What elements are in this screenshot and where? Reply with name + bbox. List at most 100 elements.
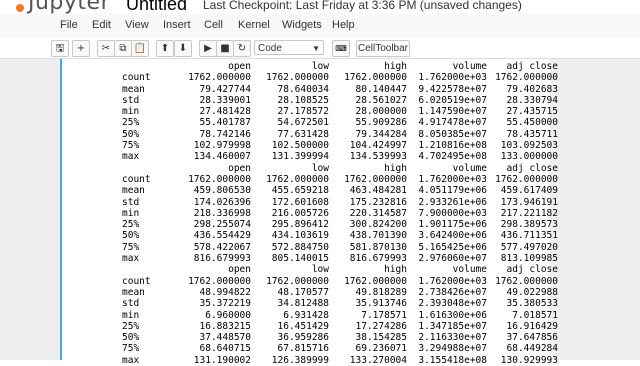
save-button[interactable]: 🖫 <box>51 40 69 57</box>
restart-button[interactable]: ↻ <box>233 40 251 57</box>
table-cell: 27.435715 <box>506 106 558 118</box>
table-cell: 4.051179e+06 <box>418 185 487 197</box>
table-cell: 134.460007 <box>193 151 251 163</box>
table-cell: 28.330794 <box>506 94 558 106</box>
table-row: min 27.481428 27.178572 28.000000 1.147590e+… <box>68 106 558 117</box>
table-cell: 175.232816 <box>349 196 407 208</box>
table-cell: 7.018571 <box>512 309 558 321</box>
table-cell: 1762.000000 <box>188 275 251 287</box>
keyboard-button[interactable]: ⌨ <box>332 40 350 57</box>
table-cell: 131.190002 <box>193 354 251 366</box>
menu-file[interactable]: File <box>60 19 78 31</box>
run-button[interactable]: ▶ <box>199 40 217 57</box>
table-row: 50% 436.554429 434.103619 438.701390 3.64240… <box>68 230 558 241</box>
stop-button[interactable]: ■ <box>216 40 234 57</box>
table-cell: 300.824200 <box>349 219 407 231</box>
menu-help[interactable]: Help <box>332 19 355 31</box>
table-cell: 581.870130 <box>349 241 407 253</box>
menu-widgets[interactable]: Widgets <box>282 19 322 31</box>
add-cell-button[interactable]: + <box>72 40 90 57</box>
menu-edit[interactable]: Edit <box>92 19 111 31</box>
table-cell: 438.701390 <box>349 230 407 242</box>
table-cell: 6.931428 <box>283 309 329 321</box>
table-cell: 28.108525 <box>277 94 329 106</box>
run-icon: ▶ <box>204 43 212 54</box>
table-row: mean 459.806530 455.659218 463.484281 4.0511… <box>68 185 558 196</box>
table-row: 25% 55.401787 54.672501 55.909286 4.917478e+… <box>68 117 558 128</box>
move-up-button[interactable]: ⬆ <box>156 40 174 57</box>
table-cell: 436.554429 <box>193 230 251 242</box>
move-down-button[interactable]: ⬇ <box>174 40 192 57</box>
celltoolbar-button[interactable]: CellToolbar <box>356 40 410 57</box>
table-row: 50% 37.448570 36.959286 38.154285 2.116330e+… <box>68 332 558 343</box>
table-cell: 2.116330e+07 <box>418 332 487 344</box>
jupyter-logo-icon <box>16 4 24 12</box>
table-cell: 298.389573 <box>500 219 558 231</box>
table-cell: 1.616300e+06 <box>418 309 487 321</box>
table-cell: 69.236071 <box>355 343 407 355</box>
table-cell: 55.450000 <box>506 117 558 129</box>
row-label: 50% <box>122 230 140 242</box>
menu-insert[interactable]: Insert <box>163 19 191 31</box>
move-up-icon: ⬆ <box>160 43 170 54</box>
checkpoint-status: Last Checkpoint: Last Friday at 3:36 PM … <box>203 0 522 12</box>
cell-type-select[interactable]: Code ▼ <box>254 40 324 55</box>
table-cell: 1762.000000 <box>495 173 558 185</box>
table-row: max 134.460007 131.399994 134.539993 4.70249… <box>68 151 558 162</box>
table-cell: 578.422067 <box>193 241 251 253</box>
table-cell: 102.500000 <box>271 140 329 152</box>
row-label: max <box>122 253 140 265</box>
table-cell: 103.092503 <box>500 140 558 152</box>
table-cell: 4.917478e+07 <box>418 117 487 129</box>
menu-kernel[interactable]: Kernel <box>238 19 270 31</box>
copy-icon: ⧉ <box>119 43 127 54</box>
table-cell: 55.401787 <box>199 117 251 129</box>
column-header: adj close <box>506 61 558 72</box>
table-cell: 6.020519e+07 <box>418 94 487 106</box>
jupyter-logo[interactable]: Jupyter <box>16 0 110 15</box>
table-cell: 38.154285 <box>355 332 407 344</box>
table-row: 75% 68.640715 67.815716 69.236071 3.294988e+… <box>68 343 558 354</box>
table-cell: 55.909286 <box>355 117 407 129</box>
row-label: 50% <box>122 332 140 344</box>
table-cell: 298.255074 <box>193 219 251 231</box>
notebook-title[interactable]: Untitled <box>126 0 187 15</box>
column-header: volume <box>452 61 487 72</box>
table-cell: 48.994822 <box>199 286 251 298</box>
table-cell: 1762.000000 <box>188 72 251 84</box>
table-cell: 1762.000000 <box>344 72 407 84</box>
table-cell: 130.929993 <box>500 354 558 366</box>
table-row: std 174.026396 172.601608 175.232816 2.93326… <box>68 197 558 208</box>
table-cell: 805.140015 <box>271 253 329 265</box>
table-cell: 4.702495e+08 <box>418 151 487 163</box>
table-cell: 28.339001 <box>199 94 251 106</box>
table-cell: 572.884750 <box>271 241 329 253</box>
row-label: count <box>122 275 151 287</box>
table-cell: 217.221182 <box>500 207 558 219</box>
table-cell: 220.314587 <box>349 207 407 219</box>
table-cell: 1762.000000 <box>495 72 558 84</box>
row-label: std <box>122 196 140 208</box>
table-cell: 131.399994 <box>271 151 329 163</box>
cell-type-value: Code <box>258 43 282 54</box>
table-cell: 54.672501 <box>277 117 329 129</box>
paste-button[interactable]: 📋 <box>131 40 149 57</box>
column-header-row: open low high volume adj close <box>68 264 558 275</box>
output-cell[interactable]: open low high volume adj close count 1762.0000… <box>60 59 558 366</box>
column-header: open <box>228 61 251 72</box>
table-cell: 1.762000e+03 <box>418 275 487 287</box>
cut-button[interactable]: ✂ <box>97 40 115 57</box>
table-cell: 295.896412 <box>271 219 329 231</box>
table-cell: 1762.000000 <box>495 275 558 287</box>
column-header: low <box>311 162 329 174</box>
table-cell: 2.933261e+06 <box>418 196 487 208</box>
table-row: std 28.339001 28.108525 28.561027 6.020519e+… <box>68 95 558 106</box>
table-row: 25% 298.255074 295.896412 300.824200 1.90117… <box>68 219 558 230</box>
menu-view[interactable]: View <box>125 19 149 31</box>
table-cell: 67.815716 <box>277 343 329 355</box>
copy-button[interactable]: ⧉ <box>114 40 132 57</box>
table-cell: 455.659218 <box>271 185 329 197</box>
row-label: count <box>122 173 151 185</box>
menu-cell[interactable]: Cell <box>204 19 223 31</box>
table-cell: 104.424997 <box>349 140 407 152</box>
